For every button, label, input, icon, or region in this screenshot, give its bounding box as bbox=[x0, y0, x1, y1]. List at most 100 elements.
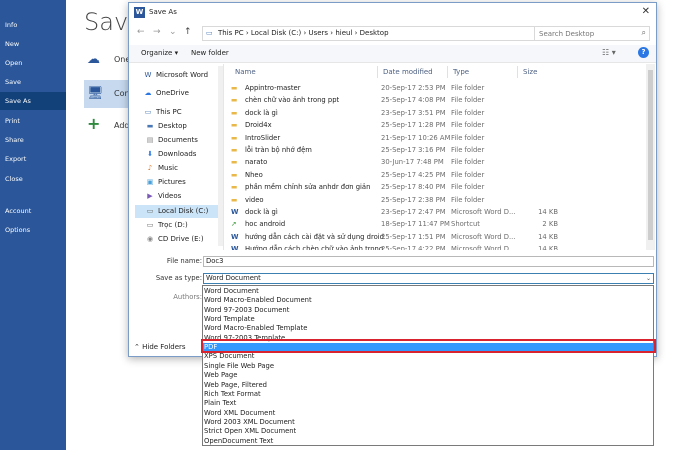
nav-item-tr-c-d[interactable]: ▭ Trọc (D:) bbox=[135, 219, 218, 232]
file-row[interactable]: Wdock là gì 23-Sep-17 2:47 PM Microsoft Wo… bbox=[231, 206, 641, 218]
back-arrow-icon[interactable]: ← bbox=[137, 27, 145, 37]
hide-folders-label: Hide Folders bbox=[142, 343, 186, 351]
menu-item-new[interactable]: New bbox=[0, 35, 66, 53]
menu-item-save-as[interactable]: Save As bbox=[0, 92, 66, 110]
place-plus[interactable]: + Add bbox=[84, 112, 132, 140]
nav-item-downloads[interactable]: ⬇ Downloads bbox=[135, 148, 218, 161]
authors-label: Authors: bbox=[173, 293, 202, 301]
file-list-scrollbar[interactable] bbox=[646, 64, 655, 250]
type-option-rich-text-format[interactable]: Rich Text Format bbox=[203, 390, 653, 399]
nav-item-local-disk-c[interactable]: ▭ Local Disk (C:) bbox=[135, 205, 218, 218]
view-options-icon[interactable]: ☷ ▾ bbox=[602, 48, 616, 57]
file-row[interactable]: ▬ narato 30-Jun-17 7:48 PM File folder bbox=[231, 156, 641, 168]
menu-item-print[interactable]: Print bbox=[0, 112, 66, 130]
address-bar[interactable]: ▭ This PC › Local Disk (C:) › Users › hi… bbox=[202, 26, 557, 41]
type-option-xps-document[interactable]: XPS Document bbox=[203, 352, 653, 361]
menu-item-options[interactable]: Options bbox=[0, 221, 66, 239]
file-row[interactable]: Whướng dẫn cách cài đặt và sử dụng droid… bbox=[231, 231, 641, 243]
column-header-type[interactable]: Type bbox=[453, 68, 469, 76]
file-date: 25-Sep-17 2:38 PM bbox=[381, 195, 446, 204]
type-option-word-97-2003-document[interactable]: Word 97-2003 Document bbox=[203, 306, 653, 315]
file-row[interactable]: ▬ dock là gì 23-Sep-17 3:51 PM File folder bbox=[231, 107, 641, 119]
dialog-toolbar: Organize ▾ New folder ☷ ▾ ? bbox=[129, 45, 656, 63]
nav-item-cd-drive-e[interactable]: ◉ CD Drive (E:) bbox=[135, 233, 218, 246]
column-header-date[interactable]: Date modified bbox=[383, 68, 433, 76]
nav-item-videos[interactable]: ▶ Videos bbox=[135, 190, 218, 203]
menu-item-export[interactable]: Export bbox=[0, 150, 66, 168]
place-computer[interactable]: 🖥 Con bbox=[84, 80, 132, 108]
type-option-word-document[interactable]: Word Document bbox=[203, 287, 653, 296]
save-as-type-select[interactable]: Word Document ⌄ bbox=[203, 273, 654, 284]
nav-scrollbar[interactable] bbox=[218, 66, 223, 246]
type-option-plain-text[interactable]: Plain Text bbox=[203, 399, 653, 408]
type-option-word-xml-document[interactable]: Word XML Document bbox=[203, 409, 653, 418]
menu-item-account[interactable]: Account bbox=[0, 202, 66, 220]
up-arrow-icon[interactable]: ↑ bbox=[184, 27, 192, 37]
type-option-word-macro-enabled-template[interactable]: Word Macro-Enabled Template bbox=[203, 324, 653, 333]
file-date: 25-Sep-17 4:22 PM bbox=[381, 245, 446, 250]
file-name-field[interactable]: Doc3 bbox=[203, 256, 654, 267]
nav-item-pictures[interactable]: ▣ Pictures bbox=[135, 176, 218, 189]
forward-arrow-icon[interactable]: → bbox=[153, 27, 161, 37]
nav-item-this-pc[interactable]: ▭ This PC bbox=[129, 106, 218, 119]
file-type: File folder bbox=[451, 108, 485, 117]
new-folder-button[interactable]: New folder bbox=[191, 49, 229, 57]
column-header-size[interactable]: Size bbox=[523, 68, 537, 76]
nav-item-music[interactable]: ♪ Music bbox=[135, 162, 218, 175]
search-box[interactable]: ⌕ bbox=[534, 26, 650, 41]
cd-icon: ◉ bbox=[146, 235, 154, 243]
breadcrumb[interactable]: This PC › Local Disk (C:) › Users › hieu… bbox=[218, 29, 389, 37]
type-option-web-page-filtered[interactable]: Web Page, Filtered bbox=[203, 381, 653, 390]
column-header-name[interactable]: Name bbox=[235, 68, 256, 76]
organize-button[interactable]: Organize ▾ bbox=[141, 49, 178, 57]
search-input[interactable] bbox=[539, 29, 635, 39]
menu-item-info[interactable]: Info bbox=[0, 16, 66, 34]
place-cloud[interactable]: ☁ One bbox=[84, 46, 132, 74]
file-row[interactable]: ▬ Droid4x 25-Sep-17 1:28 PM File folder bbox=[231, 119, 641, 131]
nav-item-label: This PC bbox=[156, 108, 182, 116]
chevron-down-icon[interactable]: ⌄ bbox=[646, 274, 651, 283]
save-as-type-value: Word Document bbox=[206, 274, 261, 282]
nav-item-documents[interactable]: ▤ Documents bbox=[135, 134, 218, 147]
cloud-icon: ☁ bbox=[144, 89, 152, 97]
file-type: Microsoft Word D... bbox=[451, 208, 516, 216]
word-app-icon: W bbox=[134, 7, 145, 18]
file-date: 23-Sep-17 3:51 PM bbox=[381, 108, 446, 117]
file-name: video bbox=[245, 195, 264, 204]
type-option-opendocument-text[interactable]: OpenDocument Text bbox=[203, 437, 653, 446]
help-icon[interactable]: ? bbox=[638, 47, 649, 58]
file-row[interactable]: ▬ IntroSlider 21-Sep-17 10:26 AM File folde… bbox=[231, 132, 641, 144]
word-document-icon: W bbox=[231, 208, 239, 216]
type-option-word-template[interactable]: Word Template bbox=[203, 315, 653, 324]
type-option-word-2003-xml-document[interactable]: Word 2003 XML Document bbox=[203, 418, 653, 427]
file-row[interactable]: W Hướng dẫn cách chèn chữ vào ảnh trong..… bbox=[231, 243, 641, 250]
nav-item-onedrive[interactable]: ☁ OneDrive bbox=[129, 87, 218, 100]
menu-item-open[interactable]: Open bbox=[0, 54, 66, 72]
menu-item-close[interactable]: Close bbox=[0, 170, 66, 188]
file-type: File folder bbox=[451, 121, 485, 130]
file-row[interactable]: ▬ chèn chữ vào ảnh trong ppt 25-Sep-17 4:0… bbox=[231, 94, 641, 106]
menu-item-save[interactable]: Save bbox=[0, 73, 66, 91]
nav-item-desktop[interactable]: ▬ Desktop bbox=[135, 120, 218, 133]
recent-chevron-icon[interactable]: ⌄ bbox=[169, 27, 177, 37]
word-document-icon: W bbox=[231, 245, 239, 250]
nav-item-microsoft-word[interactable]: W Microsoft Word bbox=[129, 69, 218, 82]
file-row[interactable]: ↗ hoc android 18-Sep-17 11:47 PM Shortcut 2 … bbox=[231, 218, 641, 230]
file-row[interactable]: ▬ lỗi tràn bộ nhớ đệm 25-Sep-17 3:16 PM Fil… bbox=[231, 144, 641, 156]
file-name: hoc android bbox=[245, 220, 286, 229]
close-icon[interactable]: ✕ bbox=[642, 6, 650, 17]
file-row[interactable]: ▬ video 25-Sep-17 2:38 PM File folder bbox=[231, 194, 641, 206]
file-row[interactable]: ▬ phần mềm chỉnh sửa anhdr đơn giản 25-Sep… bbox=[231, 181, 641, 193]
type-option-strict-open-xml-document[interactable]: Strict Open XML Document bbox=[203, 427, 653, 436]
nav-item-label: CD Drive (E:) bbox=[158, 235, 204, 243]
file-type: File folder bbox=[451, 158, 485, 167]
file-row[interactable]: ▬ Appintro-master 20-Sep-17 2:53 PM File fo… bbox=[231, 82, 641, 94]
menu-item-share[interactable]: Share bbox=[0, 131, 66, 149]
type-option-web-page[interactable]: Web Page bbox=[203, 371, 653, 380]
videos-icon: ▶ bbox=[147, 192, 153, 200]
scrollbar-thumb[interactable] bbox=[648, 70, 653, 240]
file-row[interactable]: ▬ Nheo 25-Sep-17 4:25 PM File folder bbox=[231, 169, 641, 181]
type-option-word-macro-enabled-document[interactable]: Word Macro-Enabled Document bbox=[203, 296, 653, 305]
type-option-single-file-web-page[interactable]: Single File Web Page bbox=[203, 362, 653, 371]
hide-folders-toggle[interactable]: ⌃ Hide Folders bbox=[134, 343, 186, 351]
